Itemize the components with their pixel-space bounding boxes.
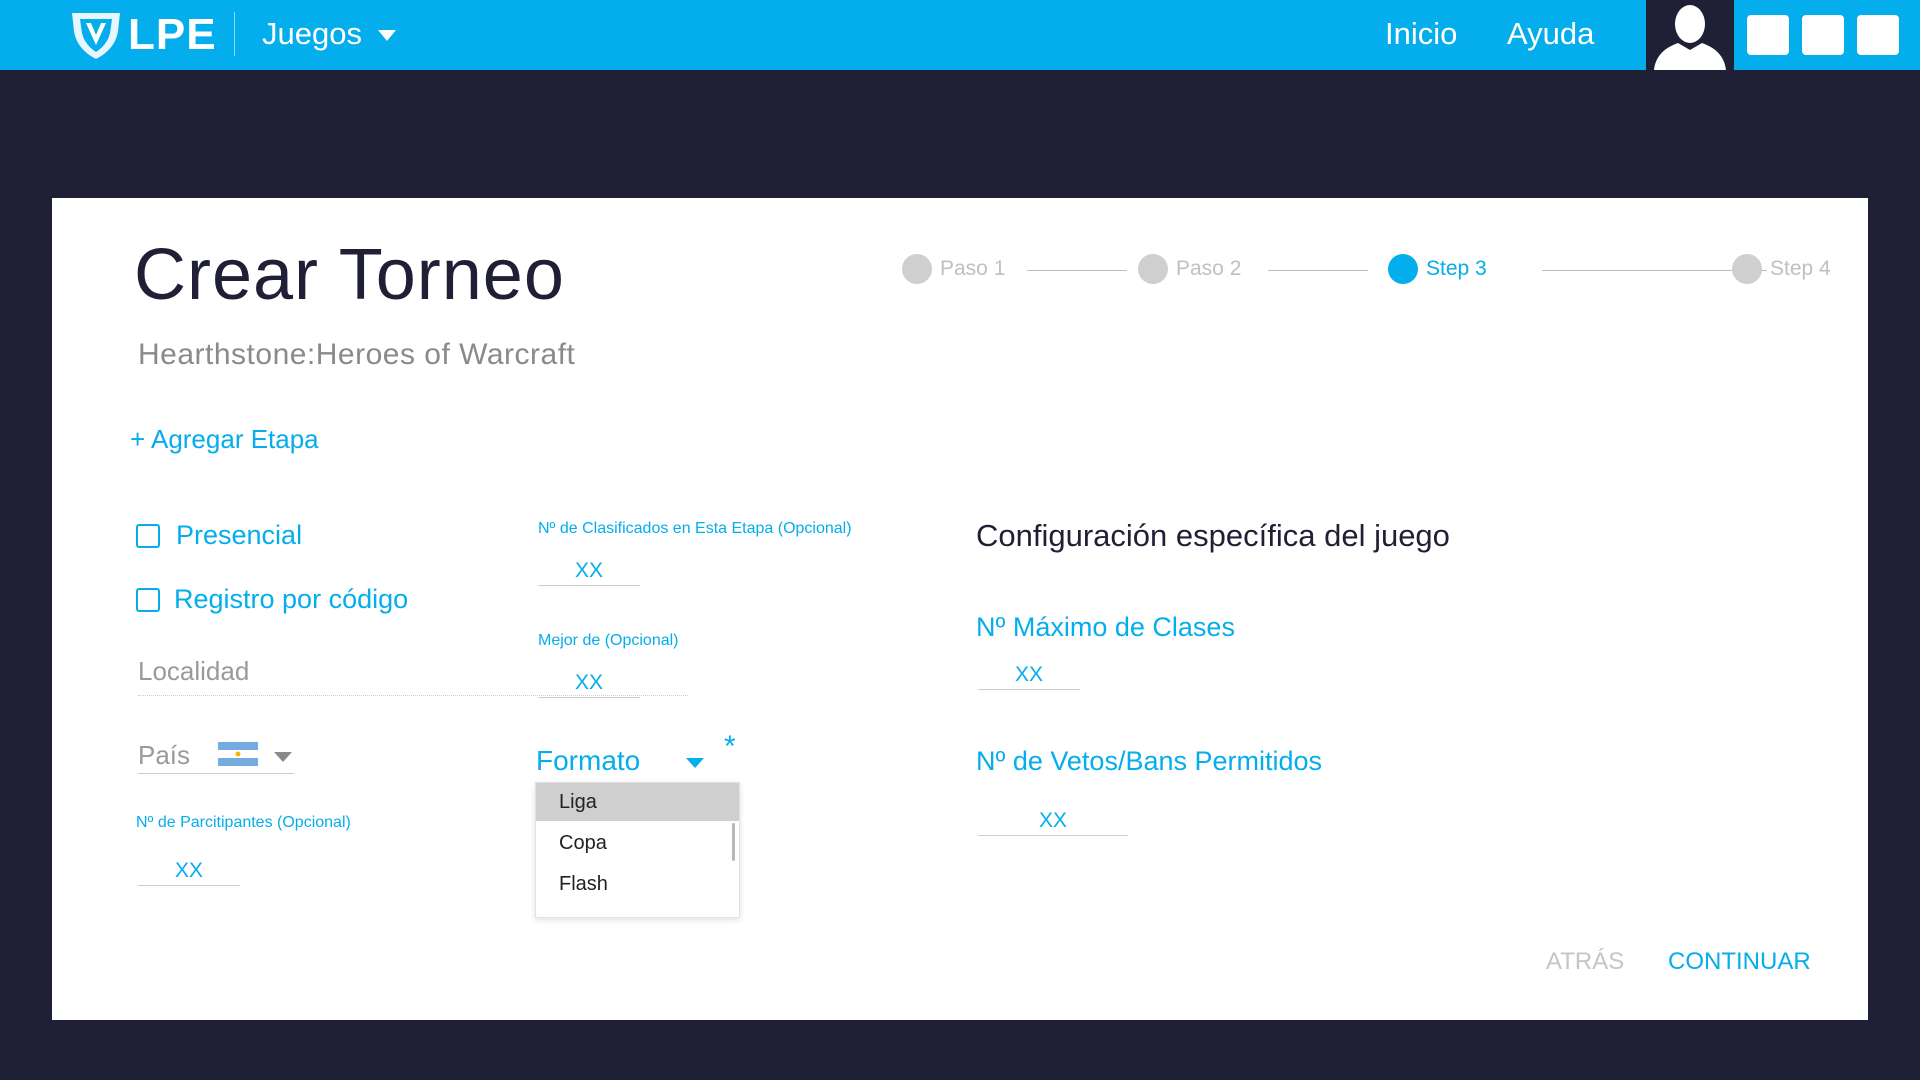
bans-label: Nº de Vetos/Bans Permitidos xyxy=(976,746,1323,776)
required-asterisk: * xyxy=(724,730,736,763)
best-of-input[interactable]: XX xyxy=(538,668,640,698)
step-4[interactable]: Step 4 xyxy=(1732,254,1831,284)
back-button[interactable]: ATRÁS xyxy=(1546,948,1624,976)
bans-input[interactable]: XX xyxy=(978,806,1128,836)
participants-label: Nº de Parcitipantes (Opcional) xyxy=(136,814,351,831)
chevron-down-icon xyxy=(377,30,396,41)
max-classes-input[interactable]: XX xyxy=(978,660,1080,690)
window-button-3[interactable] xyxy=(1857,15,1899,55)
step-dot xyxy=(902,254,932,284)
chevron-down-icon xyxy=(686,758,704,768)
nav-home-link[interactable]: Inicio xyxy=(1385,12,1457,56)
registro-label: Registro por código xyxy=(174,584,409,614)
game-config-title: Configuración específica del juego xyxy=(976,518,1450,553)
create-tournament-card: Crear Torneo Hearthstone:Heroes of Warcr… xyxy=(52,198,1868,1020)
step-label: Paso 1 xyxy=(940,257,1006,280)
step-dot-active xyxy=(1388,254,1418,284)
progress-stepper: Paso 1 Paso 2 Step 3 Step 4 xyxy=(902,254,1832,286)
format-dropdown-menu: Liga Copa Flash xyxy=(535,782,740,918)
presencial-checkbox-row[interactable]: Presencial xyxy=(136,520,302,551)
step-dot xyxy=(1732,254,1762,284)
best-of-label: Mejor de (Opcional) xyxy=(538,632,679,649)
games-dropdown[interactable]: Juegos xyxy=(262,12,396,56)
top-navigation-bar: LPE Juegos Inicio Ayuda xyxy=(0,0,1920,70)
qualified-label: Nº de Clasificados en Esta Etapa (Opcion… xyxy=(538,520,852,537)
format-option-flash[interactable]: Flash xyxy=(536,865,739,903)
game-subtitle: Hearthstone:Heroes of Warcraft xyxy=(138,338,576,371)
header-divider xyxy=(234,12,235,56)
step-label: Paso 2 xyxy=(1176,257,1242,280)
format-option-liga[interactable]: Liga xyxy=(536,783,739,821)
format-option-copa[interactable]: Copa xyxy=(536,824,739,862)
add-stage-link[interactable]: + Agregar Etapa xyxy=(130,424,319,455)
max-classes-label: Nº Máximo de Clases xyxy=(976,612,1235,642)
format-select[interactable]: Formato xyxy=(536,744,704,778)
chevron-down-icon xyxy=(274,752,292,762)
step-label: Step 4 xyxy=(1770,257,1831,280)
continue-button[interactable]: CONTINUAR xyxy=(1668,948,1811,976)
user-silhouette-icon xyxy=(1654,5,1726,70)
shield-logo-icon xyxy=(72,13,120,59)
country-select[interactable]: País xyxy=(138,738,294,774)
lpe-logo[interactable]: LPE xyxy=(68,8,217,62)
step-dot xyxy=(1138,254,1168,284)
format-label: Formato xyxy=(536,745,641,776)
argentina-flag-icon xyxy=(218,742,258,766)
logo-text: LPE xyxy=(128,10,217,59)
step-1[interactable]: Paso 1 xyxy=(902,254,1005,284)
presencial-label: Presencial xyxy=(176,520,303,550)
step-connector xyxy=(1268,270,1368,271)
window-button-2[interactable] xyxy=(1802,15,1844,55)
step-2[interactable]: Paso 2 xyxy=(1138,254,1241,284)
nav-help-link[interactable]: Ayuda xyxy=(1507,12,1594,56)
step-connector xyxy=(1027,270,1127,271)
presencial-checkbox[interactable] xyxy=(136,523,160,548)
participants-input[interactable]: XX xyxy=(138,856,240,886)
window-button-1[interactable] xyxy=(1747,15,1789,55)
avatar[interactable] xyxy=(1646,0,1734,70)
step-label: Step 3 xyxy=(1426,257,1487,280)
games-label: Juegos xyxy=(262,16,362,51)
qualified-input[interactable]: XX xyxy=(538,556,640,586)
step-3[interactable]: Step 3 xyxy=(1388,254,1487,284)
dropdown-scrollbar[interactable] xyxy=(732,823,735,861)
registro-checkbox-row[interactable]: Registro por código xyxy=(136,584,408,615)
page-title: Crear Torneo xyxy=(134,235,565,315)
registro-checkbox[interactable] xyxy=(136,587,160,612)
country-label: País xyxy=(138,740,191,770)
